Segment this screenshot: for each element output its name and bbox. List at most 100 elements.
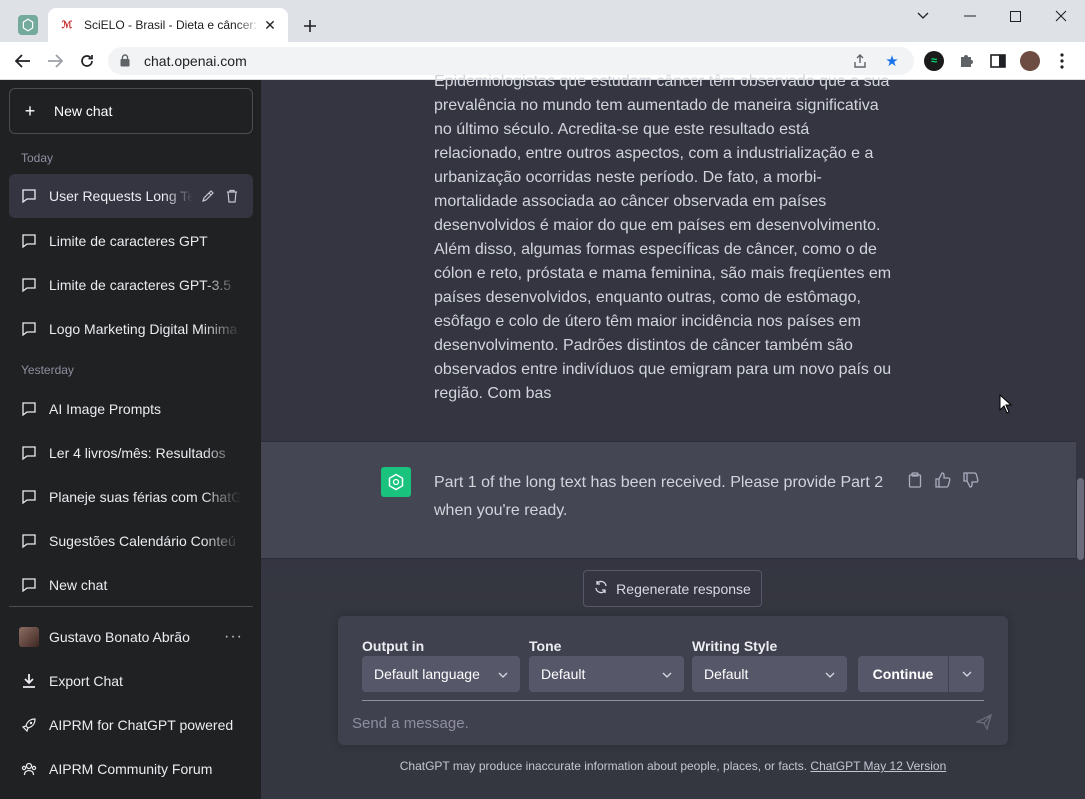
chat-item-label: Limite de caracteres GPT-3.5: [49, 277, 232, 293]
new-chat-button[interactable]: + New chat: [9, 88, 253, 134]
tone-label: Tone: [529, 638, 562, 654]
continue-options-button[interactable]: [949, 656, 984, 692]
sidebar-divider: [9, 606, 253, 607]
extensions-puzzle-icon[interactable]: [956, 51, 976, 71]
assistant-message-text: Part 1 of the long text has been receive…: [434, 474, 884, 519]
user-message-text: Epidemiologistas que estudam câncer têm …: [434, 73, 892, 402]
browser-titlebar: ℳ SciELO - Brasil - Dieta e câncer: u ✕: [0, 0, 1085, 42]
maximize-button[interactable]: [992, 4, 1038, 28]
plus-icon: [304, 20, 316, 32]
chat-item-label: Logo Marketing Digital Minima: [49, 321, 238, 337]
tone-select[interactable]: Default: [529, 656, 684, 692]
lock-icon: [120, 54, 134, 68]
chat-item[interactable]: Ler 4 livros/mês: Resultados: [9, 431, 253, 475]
chat-item[interactable]: Planeje suas férias com ChatG: [9, 475, 253, 519]
user-menu-button[interactable]: Gustavo Bonato Abrão ···: [9, 615, 253, 659]
chevron-down-icon: [498, 667, 508, 681]
regenerate-label: Regenerate response: [616, 580, 751, 597]
scielo-favicon-icon: ℳ: [61, 19, 73, 31]
composer-area: Regenerate response Output in Default la…: [261, 559, 1085, 799]
main-panel: Epidemiologistas que estudam câncer têm …: [261, 73, 1085, 799]
bookmark-star-icon[interactable]: ★: [882, 51, 902, 71]
composer-divider: [362, 700, 984, 701]
chat-item[interactable]: Logo Marketing Digital Minima: [9, 307, 253, 351]
tone-value: Default: [541, 666, 586, 682]
export-chat-button[interactable]: Export Chat: [9, 659, 253, 703]
section-label-yesterday: Yesterday: [21, 363, 74, 377]
chat-item[interactable]: AI Image Prompts: [9, 387, 253, 431]
section-label-today: Today: [21, 151, 54, 165]
pencil-icon[interactable]: [199, 187, 217, 205]
browser-menu-icon[interactable]: [1052, 51, 1072, 71]
minimize-button[interactable]: [947, 4, 993, 28]
chat-item-active[interactable]: User Requests Long Te: [9, 174, 253, 218]
close-icon: [1055, 10, 1067, 22]
plus-icon: +: [24, 100, 36, 121]
chat-bubble-icon: [22, 234, 36, 249]
url-text: chat.openai.com: [144, 53, 247, 69]
chat-item-label: Planeje suas férias com ChatG: [49, 489, 241, 505]
output-in-label: Output in: [362, 638, 425, 654]
chat-bubble-icon: [22, 578, 36, 593]
minimize-icon: [964, 15, 976, 17]
trash-icon[interactable]: [223, 187, 241, 205]
new-tab-button[interactable]: [298, 14, 322, 38]
chat-item[interactable]: Limite de caracteres GPT-3.5: [9, 263, 253, 307]
tab-search-button[interactable]: [900, 4, 946, 28]
extension-green-icon[interactable]: ≈: [924, 51, 944, 71]
chat-bubble-icon: [22, 490, 36, 505]
new-chat-label: New chat: [54, 103, 113, 119]
chat-item[interactable]: Sugestões Calendário Conteú: [9, 519, 253, 563]
chat-item-label: Ler 4 livros/mês: Resultados: [49, 445, 226, 461]
chevron-down-icon: [825, 667, 835, 681]
tab-scielo[interactable]: ℳ SciELO - Brasil - Dieta e câncer: u ✕: [48, 8, 288, 42]
user-message-row: Epidemiologistas que estudam câncer têm …: [261, 73, 1076, 442]
thumbs-up-icon[interactable]: [934, 471, 952, 489]
version-link[interactable]: ChatGPT May 12 Version: [810, 759, 946, 773]
pinned-tab-chatgpt[interactable]: [8, 8, 48, 42]
chat-item-label: User Requests Long Te: [49, 188, 193, 204]
send-icon[interactable]: [975, 713, 993, 731]
share-icon[interactable]: [850, 51, 870, 71]
reload-button[interactable]: [75, 49, 99, 73]
scrollbar-thumb[interactable]: [1077, 478, 1084, 560]
chat-item-label: AI Image Prompts: [49, 401, 162, 417]
regenerate-response-button[interactable]: Regenerate response: [583, 570, 762, 607]
side-panel-icon[interactable]: [988, 51, 1008, 71]
more-icon: ···: [224, 628, 243, 645]
chat-item-label: Sugestões Calendário Conteú: [49, 533, 236, 549]
tab-title: SciELO - Brasil - Dieta e câncer: u: [84, 18, 262, 32]
writing-style-select[interactable]: Default: [692, 656, 847, 692]
chat-bubble-icon: [22, 189, 36, 204]
aiprm-powered-link[interactable]: AIPRM for ChatGPT powered: [9, 703, 253, 747]
chat-bubble-icon: [22, 402, 36, 417]
sidebar: + New chat Today User Requests Long Te L…: [0, 80, 261, 799]
profile-avatar[interactable]: [1020, 51, 1040, 71]
chevron-down-icon: [662, 667, 672, 681]
aiprm-forum-link[interactable]: AIPRM Community Forum: [9, 747, 253, 791]
forward-button[interactable]: [43, 49, 67, 73]
rocket-icon: [19, 715, 39, 735]
writing-style-value: Default: [704, 666, 749, 682]
download-icon: [19, 671, 39, 691]
output-language-value: Default language: [374, 666, 480, 682]
back-button[interactable]: [11, 49, 35, 73]
chat-bubble-icon: [22, 446, 36, 461]
message-input[interactable]: [352, 710, 952, 736]
close-window-button[interactable]: [1038, 4, 1084, 28]
chat-item[interactable]: New chat: [9, 563, 253, 607]
arrow-left-icon: [15, 54, 30, 68]
user-avatar: [19, 627, 39, 647]
export-chat-label: Export Chat: [49, 673, 123, 689]
output-language-select[interactable]: Default language: [362, 656, 520, 692]
close-tab-icon[interactable]: ✕: [262, 17, 278, 33]
continue-button[interactable]: Continue: [858, 656, 948, 692]
copy-icon[interactable]: [906, 471, 924, 489]
chat-item-label: Limite de caracteres GPT: [49, 233, 208, 249]
chatgpt-avatar-icon: [381, 467, 411, 497]
maximize-icon: [1009, 10, 1021, 22]
aiprm-powered-label: AIPRM for ChatGPT powered: [49, 717, 234, 733]
thumbs-down-icon[interactable]: [962, 471, 980, 489]
chat-bubble-icon: [22, 322, 36, 337]
chat-item[interactable]: Limite de caracteres GPT: [9, 219, 253, 263]
